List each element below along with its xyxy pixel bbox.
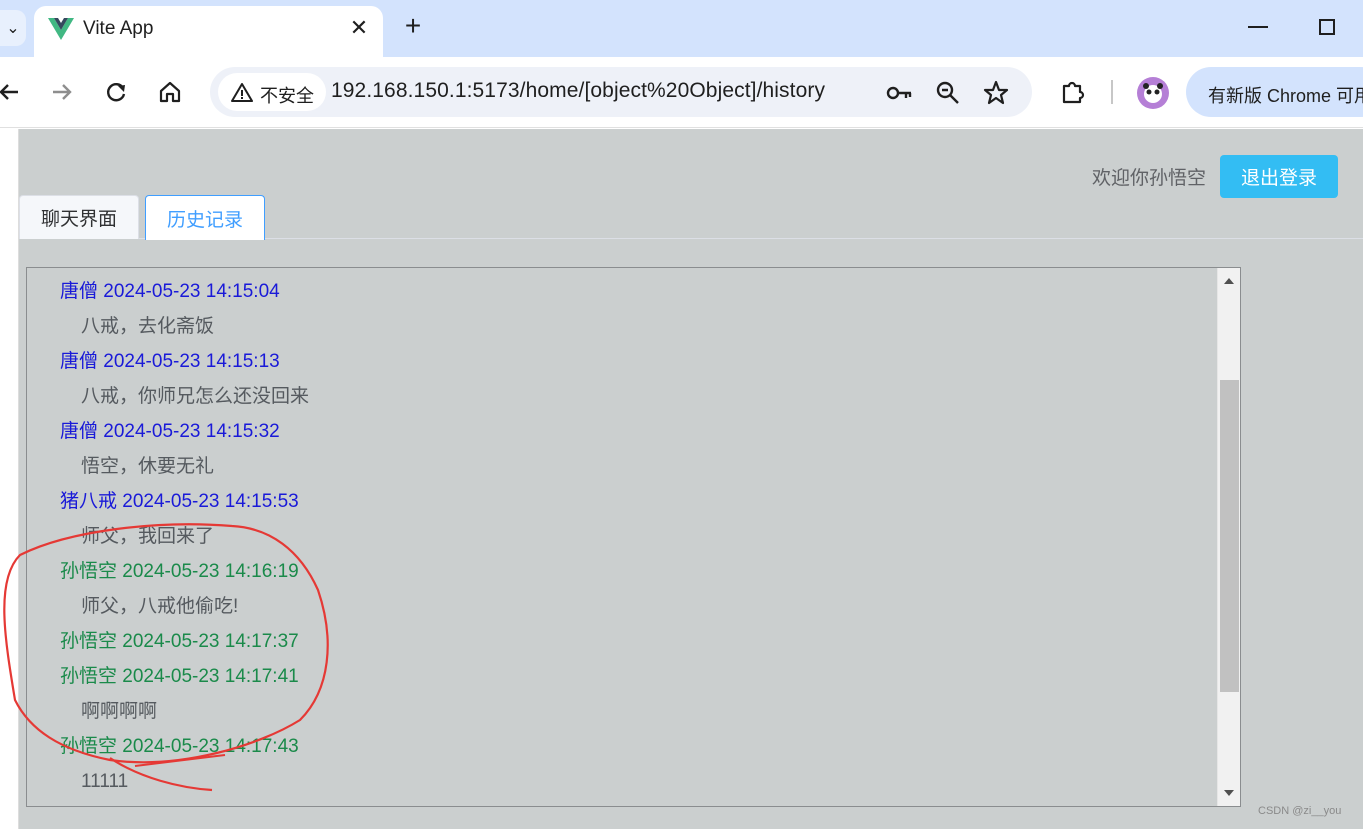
browser-tab-active[interactable]: Vite App ✕ — [34, 6, 383, 57]
home-icon[interactable] — [155, 77, 185, 107]
security-label: 不安全 — [260, 86, 314, 106]
forward-icon[interactable] — [47, 77, 77, 107]
scrollbar[interactable] — [1217, 268, 1240, 806]
message-header: 孙悟空 2024-05-23 14:17:37 — [60, 631, 299, 652]
toolbar-divider — [1111, 80, 1113, 104]
message-list: 唐僧 2024-05-23 14:15:04 八戒，去化斋饭唐僧 2024-05-… — [60, 276, 1210, 801]
tab-search-button[interactable]: ⌄ — [0, 10, 26, 46]
maximize-icon[interactable] — [1319, 19, 1335, 35]
message-header: 唐僧 2024-05-23 14:15:04 — [60, 281, 280, 302]
message-text: 11111 — [81, 771, 129, 792]
extensions-icon[interactable] — [1058, 77, 1088, 107]
key-icon[interactable] — [885, 79, 913, 107]
page-viewport: 欢迎你孙悟空 退出登录 聊天界面 历史记录 唐僧 2024-05-23 14:1… — [0, 129, 1363, 829]
security-chip[interactable]: 不安全 — [218, 73, 326, 111]
message-text: 八戒，你师兄怎么还没回来 — [81, 386, 310, 407]
tab-chat[interactable]: 聊天界面 — [19, 195, 139, 239]
chrome-update-chip[interactable]: 有新版 Chrome 可用 — [1186, 67, 1363, 117]
chevron-down-icon: ⌄ — [6, 20, 20, 37]
message-header: 孙悟空 2024-05-23 14:17:41 — [60, 666, 299, 687]
update-text: 有新版 Chrome 可用 — [1208, 86, 1363, 106]
warning-icon — [231, 83, 253, 102]
message-text: 悟空，休要无礼 — [81, 456, 215, 477]
message-header: 唐僧 2024-05-23 14:15:13 — [60, 351, 280, 372]
browser-tabstrip: ⌄ Vite App ✕ + — [0, 0, 1363, 57]
message-text: 八戒，去化斋饭 — [81, 316, 215, 337]
star-icon[interactable] — [982, 79, 1010, 107]
tab-title: Vite App — [83, 18, 154, 39]
scroll-down-icon[interactable] — [1224, 790, 1234, 796]
history-panel[interactable]: 唐僧 2024-05-23 14:15:04 八戒，去化斋饭唐僧 2024-05-… — [26, 267, 1241, 807]
message-text: 师父，八戒他偷吃! — [81, 596, 239, 617]
message-header: 唐僧 2024-05-23 14:15:32 — [60, 421, 280, 442]
tabs-bar: 聊天界面 历史记录 — [19, 195, 1363, 240]
reload-icon[interactable] — [101, 77, 131, 107]
app-container: 欢迎你孙悟空 退出登录 聊天界面 历史记录 唐僧 2024-05-23 14:1… — [18, 129, 1363, 829]
watermark: CSDN @zi__you — [1258, 805, 1342, 817]
logout-button[interactable]: 退出登录 — [1220, 155, 1338, 198]
message-text: 啊啊啊啊 — [81, 701, 158, 722]
vue-logo-icon — [48, 18, 74, 40]
back-icon[interactable] — [0, 77, 24, 107]
tab-history[interactable]: 历史记录 — [145, 195, 265, 240]
tab-close-icon[interactable]: ✕ — [348, 15, 370, 41]
scroll-up-icon[interactable] — [1224, 278, 1234, 284]
message-header: 猪八戒 2024-05-23 14:15:53 — [60, 491, 299, 512]
profile-avatar-icon[interactable] — [1137, 77, 1169, 109]
message-header: 孙悟空 2024-05-23 14:16:19 — [60, 561, 299, 582]
url-text[interactable]: 192.168.150.1:5173/home/[object%20Object… — [331, 79, 825, 103]
welcome-text: 欢迎你孙悟空 — [1092, 168, 1207, 189]
zoom-icon[interactable] — [934, 79, 962, 107]
minimize-icon[interactable] — [1248, 26, 1268, 28]
message-text: 师父，我回来了 — [81, 526, 215, 547]
message-header: 孙悟空 2024-05-23 14:17:43 — [60, 736, 299, 757]
new-tab-button[interactable]: + — [398, 11, 428, 41]
scroll-thumb[interactable] — [1220, 380, 1239, 692]
address-bar[interactable]: 不安全 192.168.150.1:5173/home/[object%20Ob… — [210, 67, 1032, 117]
